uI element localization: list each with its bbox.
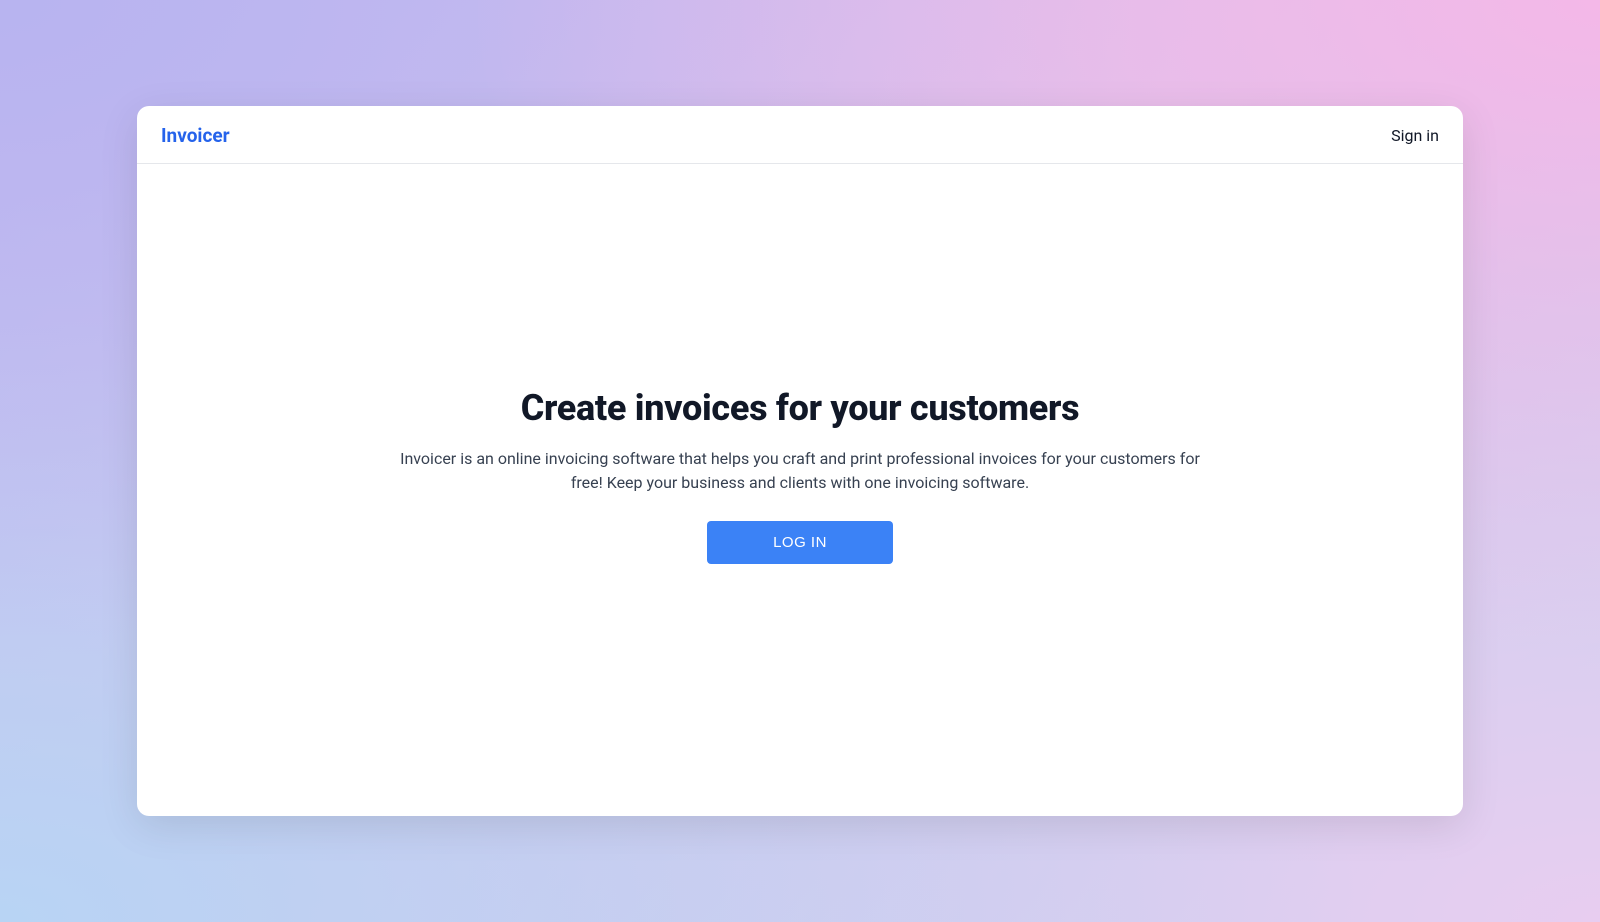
main-content: Create invoices for your customers Invoi… [137, 164, 1463, 816]
signin-link[interactable]: Sign in [1391, 126, 1439, 145]
page-description: Invoicer is an online invoicing software… [385, 447, 1215, 495]
app-card: Invoicer Sign in Create invoices for you… [137, 106, 1463, 816]
header: Invoicer Sign in [137, 106, 1463, 164]
login-button[interactable]: LOG IN [707, 521, 893, 564]
logo[interactable]: Invoicer [161, 124, 230, 147]
page-heading: Create invoices for your customers [521, 387, 1080, 429]
